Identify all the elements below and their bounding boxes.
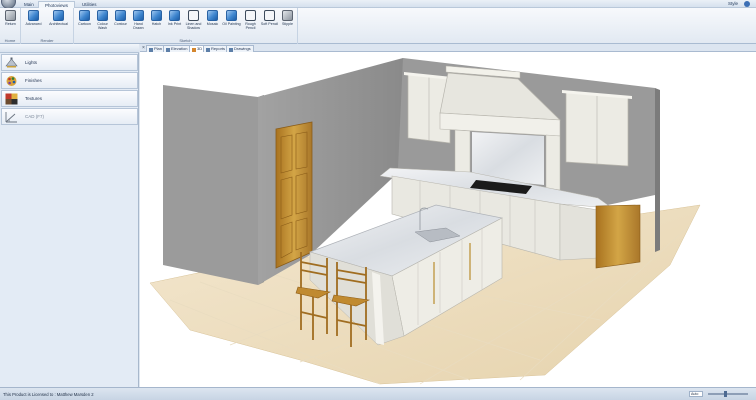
corner-base-cabinet [559, 203, 599, 261]
architectual-render-icon [53, 10, 64, 21]
elevation-view-icon [165, 47, 170, 52]
advanced-render-icon [28, 10, 39, 21]
cartoon-icon [79, 10, 90, 21]
style-menu[interactable]: Style [728, 1, 738, 6]
wall-end-edge [655, 88, 660, 252]
status-bar: This Product is Licensed to : Matthew Ma… [0, 387, 756, 400]
hatch-button[interactable]: Hatch [147, 10, 166, 36]
zoom-select[interactable]: Auto [689, 391, 703, 397]
stipple-icon [282, 10, 293, 21]
oak-end-cabinet [595, 204, 641, 269]
left-wall-face [163, 85, 258, 285]
ribbon-tab-strip: Main Photoviews Utilities Style [0, 0, 756, 9]
hand-drawn-button[interactable]: Hand Drawn [129, 10, 148, 36]
3d-view-icon [191, 47, 196, 52]
return-button[interactable]: Return [1, 10, 20, 36]
3d-viewport[interactable] [140, 52, 756, 387]
zoom-slider-track[interactable] [708, 393, 748, 395]
rough-pencil-button[interactable]: Rough Pencil [241, 10, 260, 36]
left-panel: Lights Finishes Textures CAD (F7) [0, 44, 139, 387]
license-text: This Product is Licensed to : Matthew Ma… [3, 392, 94, 397]
help-icon[interactable] [744, 1, 750, 7]
colour-wash-button[interactable]: Colour Wash [93, 10, 112, 36]
plan-view-icon [148, 47, 153, 52]
contour-button[interactable]: Contour [111, 10, 130, 36]
mosaic-icon [207, 10, 218, 21]
tab-elevation[interactable]: Elevation [163, 45, 191, 52]
mosaic-button[interactable]: Mosaic [203, 10, 222, 36]
panel-item-finishes[interactable]: Finishes [1, 72, 138, 89]
ribbon-group-render: Advanced Architectual Render [21, 8, 74, 44]
soft-pencil-button[interactable]: Soft Pencil [260, 10, 279, 36]
advanced-render-button[interactable]: Advanced [24, 10, 43, 36]
return-icon [5, 10, 16, 21]
tab-main[interactable]: Main [18, 1, 40, 8]
kitchen-render [149, 58, 701, 385]
finishes-palette-icon [5, 75, 18, 87]
tab-drawings[interactable]: Drawings [226, 45, 254, 52]
lamp-icon [5, 57, 18, 69]
panel-header [0, 44, 139, 53]
stipple-button[interactable]: Stipple [278, 10, 297, 36]
cartoon-button[interactable]: Cartoon [75, 10, 94, 36]
ribbon-group-home: Return Home [0, 8, 21, 44]
oil-painting-button[interactable]: Oil Painting [222, 10, 241, 36]
ink-print-button[interactable]: Ink Print [165, 10, 184, 36]
rough-pencil-icon [245, 10, 256, 21]
contour-icon [115, 10, 126, 21]
hood-leg-left [454, 129, 471, 179]
panel-item-textures[interactable]: Textures [1, 90, 138, 107]
drawings-icon [228, 47, 233, 52]
colour-wash-icon [97, 10, 108, 21]
tab-reports[interactable]: Reports [203, 45, 229, 52]
architectual-render-button[interactable]: Architectual [49, 10, 68, 36]
hood-leg-right [545, 134, 561, 191]
soft-pencil-icon [264, 10, 275, 21]
oil-painting-icon [226, 10, 237, 21]
panel-item-cad[interactable]: CAD (F7) [1, 108, 138, 125]
tab-utilities[interactable]: Utilities [76, 1, 103, 8]
ink-print-icon [169, 10, 180, 21]
panel-item-lights[interactable]: Lights [1, 54, 138, 71]
cad-icon [5, 111, 18, 123]
ribbon: Return Home Advanced Architectual Render… [0, 8, 756, 44]
zoom-slider-thumb[interactable] [724, 391, 727, 397]
ribbon-group-sketch: Cartoon Colour Wash Contour Hand Drawn H… [74, 8, 298, 44]
close-view-icon[interactable]: × [142, 45, 145, 51]
linen-and-shadow-icon [188, 10, 199, 21]
linen-and-shadow-button[interactable]: Linen and Shadow [184, 10, 203, 36]
tab-photoviews[interactable]: Photoviews [38, 1, 76, 8]
hatch-icon [151, 10, 162, 21]
hand-drawn-icon [133, 10, 144, 21]
view-tab-strip: Plan Elevation 3D Reports Drawings [140, 44, 756, 52]
textures-icon [5, 93, 18, 105]
reports-icon [205, 47, 210, 52]
